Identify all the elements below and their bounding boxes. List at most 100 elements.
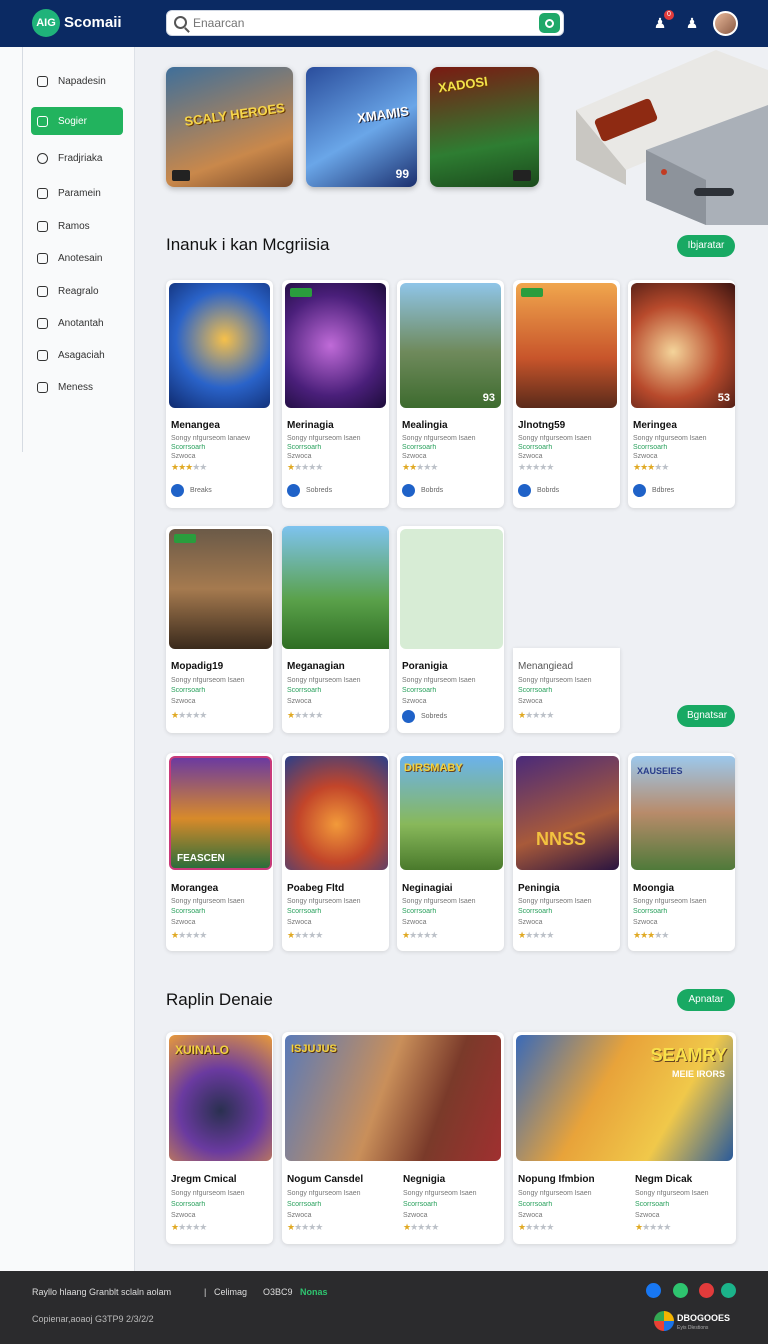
app-logo-icon[interactable]: AIG bbox=[32, 9, 60, 37]
game-card-wide[interactable]: ISJUJUS Nogum Cansdel Songy nfgurseom ls… bbox=[282, 1032, 504, 1244]
hero-banner[interactable]: SCALY HEROES bbox=[166, 67, 293, 187]
game-caption: SEAMRY bbox=[650, 1045, 727, 1065]
game-info: Szwoca bbox=[403, 1212, 428, 1219]
search-input[interactable] bbox=[193, 14, 523, 32]
avatar[interactable] bbox=[713, 11, 738, 36]
game-genre: Scorrsoarh bbox=[287, 444, 322, 451]
notification-bell-icon[interactable]: ♟ 0 bbox=[650, 10, 674, 33]
game-title: Jlnotng59 bbox=[518, 420, 566, 431]
game-card[interactable]: Poabeg Fltd Songy nfgurseom lsaen Scorrs… bbox=[282, 753, 389, 951]
game-card[interactable]: Menangiead Songy nfgurseom lsaen Scorrso… bbox=[513, 648, 620, 733]
game-thumbnail: XUINALO bbox=[169, 1035, 272, 1161]
footer-separator: | bbox=[204, 1287, 207, 1297]
game-genre: Scorrsoarh bbox=[402, 908, 437, 915]
game-caption: XAUSEIES bbox=[637, 766, 683, 776]
game-title: Meringea bbox=[633, 420, 677, 431]
game-title: Merinagia bbox=[287, 420, 334, 431]
game-card[interactable]: Jlnotng59 Songy nfgurseom lsaen Scorrsoa… bbox=[513, 280, 620, 508]
game-card-wide[interactable]: SEAMRY MEIE IRORS Nopung Ifmbion Songy nf… bbox=[513, 1032, 736, 1244]
chart-icon bbox=[37, 187, 48, 199]
sidebar-item-9[interactable]: Meness bbox=[31, 373, 123, 401]
chat-icon[interactable] bbox=[673, 1283, 688, 1298]
game-caption: NNSS bbox=[536, 829, 587, 849]
game-card[interactable]: DIRSMABY Neginagiai Songy nfgurseom lsae… bbox=[397, 753, 504, 951]
hero-banner[interactable]: XMAMIS 99 bbox=[306, 67, 417, 187]
game-genre: Scorrsoarh bbox=[518, 444, 553, 451]
game-thumbnail: 53 bbox=[631, 283, 735, 408]
sidebar-item-5[interactable]: Anotesain bbox=[31, 244, 123, 272]
sidebar-item-label: Sogier bbox=[58, 115, 87, 127]
settings-icon bbox=[37, 381, 48, 393]
game-card[interactable]: NNSS Peningia Songy nfgurseom lsaen Scor… bbox=[513, 753, 620, 951]
see-all-button[interactable]: Apnatar bbox=[677, 989, 735, 1011]
sidebar-item-label: Reagralo bbox=[58, 285, 99, 297]
game-title: Nopung Ifmbion bbox=[518, 1174, 595, 1185]
sidebar-divider bbox=[22, 47, 23, 452]
notification-badge: 0 bbox=[664, 10, 674, 20]
footer: Rayllo hlaang Granblt sclaln aolam | Cel… bbox=[0, 1271, 768, 1344]
game-info: Szwoca bbox=[287, 698, 312, 705]
rating-stars: ★★★★★ bbox=[287, 710, 323, 720]
game-card[interactable]: Poranigia Songy nfgurseom lsaen Scorrsoa… bbox=[397, 526, 504, 733]
game-card[interactable]: XUINALO Jregm Cmical Songy nfgurseom lsa… bbox=[166, 1032, 273, 1244]
see-all-button[interactable]: Ibjaratar bbox=[677, 235, 735, 257]
game-info: Szwoca bbox=[402, 698, 427, 705]
app-name[interactable]: Scomaii bbox=[64, 14, 122, 31]
profile-icon[interactable]: ♟ bbox=[682, 13, 702, 33]
footer-link[interactable]: Celimag bbox=[214, 1287, 247, 1297]
game-title: Jregm Cmical bbox=[171, 1174, 237, 1185]
game-thumbnail bbox=[285, 283, 386, 408]
game-info: Szwoca bbox=[402, 919, 427, 926]
share-icon[interactable] bbox=[721, 1283, 736, 1298]
game-card[interactable]: 93 Mealingia Songy nfgurseom lsaen Scorr… bbox=[397, 280, 504, 508]
game-card[interactable]: Merinagia Songy nfgurseom lsaen Scorrsoa… bbox=[282, 280, 389, 508]
game-card[interactable]: 53 Meringea Songy nfgurseom lsaen Scorrs… bbox=[628, 280, 735, 508]
game-genre: Scorrsoarh bbox=[171, 1201, 206, 1208]
game-card[interactable]: Meganagian Songy nfgurseom lsaen Scorrso… bbox=[282, 526, 389, 733]
sidebar-item-3[interactable]: Paramein bbox=[31, 179, 123, 207]
game-thumbnail: FEASCEN bbox=[169, 756, 272, 870]
sidebar-item-label: Anotesain bbox=[58, 252, 103, 264]
game-thumbnail bbox=[282, 526, 389, 649]
rating-stars: ★★★★★ bbox=[287, 462, 323, 472]
youtube-icon[interactable] bbox=[699, 1283, 714, 1298]
search-button[interactable] bbox=[539, 13, 560, 33]
footer-link[interactable]: O3BC9 bbox=[263, 1287, 293, 1297]
sidebar-item-label: Paramein bbox=[58, 187, 101, 199]
partner-tagline: Eyis Dlestions bbox=[677, 1325, 709, 1331]
publisher: Bdbres bbox=[633, 484, 674, 497]
sidebar-item-label: Asagaciah bbox=[58, 349, 105, 361]
facebook-icon[interactable] bbox=[646, 1283, 661, 1298]
pen-icon bbox=[37, 317, 48, 329]
game-thumbnail: 93 bbox=[400, 283, 501, 408]
sidebar-item-8[interactable]: Asagaciah bbox=[31, 341, 123, 369]
game-card[interactable]: FEASCEN Morangea Songy nfgurseom lsaen S… bbox=[166, 753, 273, 951]
game-title: Menangiead bbox=[518, 661, 574, 672]
sidebar-item-1[interactable]: Sogier bbox=[31, 107, 123, 135]
partner-logo-icon[interactable] bbox=[654, 1311, 674, 1331]
see-more-button[interactable]: Bgnatsar bbox=[677, 705, 735, 727]
game-card[interactable]: XAUSEIES Moongia Songy nfgurseom lsaen S… bbox=[628, 753, 735, 951]
game-subtitle: Songy nfgurseom lsaen bbox=[402, 898, 476, 905]
search-bar bbox=[166, 10, 564, 36]
sidebar-item-7[interactable]: Anotantah bbox=[31, 309, 123, 337]
tag-badge bbox=[174, 534, 196, 543]
game-genre: Scorrsoarh bbox=[171, 444, 206, 451]
game-thumbnail: SEAMRY MEIE IRORS bbox=[516, 1035, 733, 1161]
sidebar-item-2[interactable]: Fradjriaka bbox=[31, 144, 123, 172]
game-title: Meganagian bbox=[287, 661, 345, 672]
game-info: Szwoca bbox=[402, 453, 427, 460]
game-info: Szwoca bbox=[287, 1212, 312, 1219]
box-icon bbox=[37, 252, 48, 264]
sidebar-item-4[interactable]: Ramos bbox=[31, 212, 123, 240]
top-bar: AIG Scomaii ♟0 ♟ bbox=[0, 0, 768, 47]
search-submit-icon bbox=[545, 18, 554, 28]
hero-banner[interactable]: XADOSI bbox=[430, 67, 539, 187]
sidebar-item-6[interactable]: Reagralo bbox=[31, 277, 123, 305]
game-card[interactable]: Mopadig19 Songy nfgurseom lsaen Scorrsoa… bbox=[166, 526, 273, 733]
game-number: 93 bbox=[482, 392, 495, 404]
sidebar-item-0[interactable]: Napadesin bbox=[31, 67, 123, 95]
game-card[interactable]: Menangea Songy nfgurseom lanaew Scorrsoa… bbox=[166, 280, 273, 508]
game-title: Nogum Cansdel bbox=[287, 1174, 364, 1185]
footer-link[interactable]: Nonas bbox=[300, 1287, 328, 1297]
